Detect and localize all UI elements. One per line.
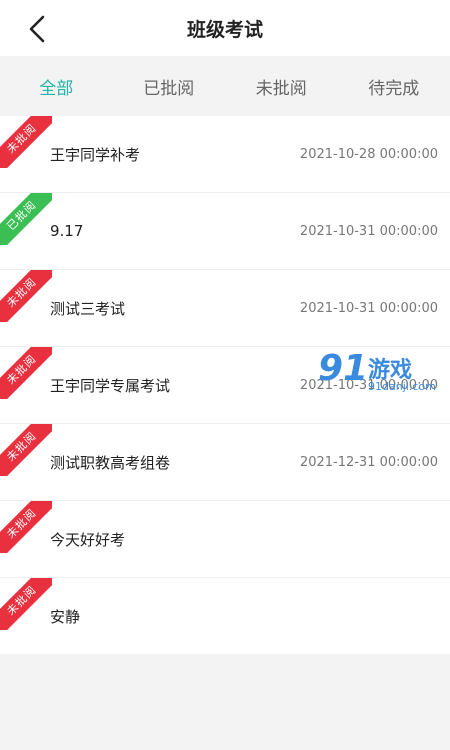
exam-date: 2021-10-31 00:00:00 bbox=[299, 300, 438, 316]
status-label: 已批阅 bbox=[0, 193, 52, 245]
exam-title: 测试职教高考组卷 bbox=[50, 453, 171, 472]
chevron-left-icon bbox=[29, 15, 45, 43]
exam-date: 2021-12-31 00:00:00 bbox=[299, 454, 438, 470]
back-button[interactable] bbox=[22, 14, 52, 44]
status-ribbon: 未批阅 bbox=[0, 424, 52, 476]
exam-date: 2021-10-31 00:00:00 bbox=[299, 223, 438, 239]
exam-title: 王宇同学专属考试 bbox=[50, 376, 171, 395]
status-label: 未批阅 bbox=[0, 347, 52, 399]
exam-row[interactable]: 未批阅 测试三考试 2021-10-31 00:00:00 bbox=[0, 270, 450, 347]
exam-row[interactable]: 未批阅 今天好好考 bbox=[0, 501, 450, 578]
status-ribbon: 未批阅 bbox=[0, 501, 52, 553]
exam-title: 今天好好考 bbox=[50, 530, 126, 549]
tab-reviewed[interactable]: 已批阅 bbox=[113, 74, 226, 99]
exam-row[interactable]: 未批阅 安静 bbox=[0, 578, 450, 654]
exam-title: 王宇同学补考 bbox=[50, 145, 141, 164]
status-label: 未批阅 bbox=[0, 270, 52, 322]
exam-date: 2021-10-28 00:00:00 bbox=[299, 146, 438, 162]
status-label: 未批阅 bbox=[0, 116, 52, 168]
exam-row[interactable]: 已批阅 9.17 2021-10-31 00:00:00 bbox=[0, 193, 450, 270]
status-ribbon: 未批阅 bbox=[0, 270, 52, 322]
status-label: 未批阅 bbox=[0, 424, 52, 476]
tab-unreviewed[interactable]: 未批阅 bbox=[225, 74, 338, 99]
status-label: 未批阅 bbox=[0, 501, 52, 553]
watermark-url: 91danji.com bbox=[368, 380, 436, 393]
status-label: 未批阅 bbox=[0, 578, 52, 630]
exam-title: 9.17 bbox=[50, 222, 84, 240]
status-ribbon: 未批阅 bbox=[0, 116, 52, 168]
exam-row[interactable]: 未批阅 测试职教高考组卷 2021-12-31 00:00:00 bbox=[0, 424, 450, 501]
exam-title: 测试三考试 bbox=[50, 299, 126, 318]
watermark-number: 91 bbox=[318, 348, 369, 389]
tab-bar: 全部 已批阅 未批阅 待完成 bbox=[0, 56, 450, 116]
status-ribbon: 未批阅 bbox=[0, 347, 52, 399]
tab-pending[interactable]: 待完成 bbox=[338, 74, 450, 99]
tab-all[interactable]: 全部 bbox=[0, 74, 113, 99]
watermark-logo: 91 游戏 91danji.com bbox=[318, 348, 444, 402]
header-bar: 班级考试 bbox=[0, 0, 450, 56]
page-title: 班级考试 bbox=[186, 18, 263, 41]
exam-title: 安静 bbox=[50, 607, 81, 626]
status-ribbon: 已批阅 bbox=[0, 193, 52, 245]
status-ribbon: 未批阅 bbox=[0, 578, 52, 630]
exam-row[interactable]: 未批阅 王宇同学补考 2021-10-28 00:00:00 bbox=[0, 116, 450, 193]
